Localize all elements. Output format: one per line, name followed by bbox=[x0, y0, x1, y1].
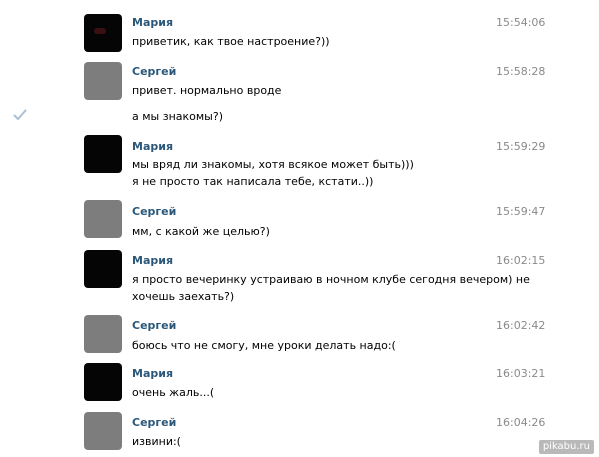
message-text: боюсь что не смогу, мне уроки делать над… bbox=[132, 339, 396, 352]
message-text: очень жаль...( bbox=[132, 386, 215, 399]
avatar[interactable] bbox=[84, 250, 122, 288]
message-text: извини:( bbox=[132, 435, 181, 448]
avatar[interactable] bbox=[84, 62, 122, 100]
message-text: а мы знакомы?) bbox=[132, 110, 223, 123]
message-text: приветик, как твое настроение?)) bbox=[132, 35, 330, 48]
message-time: 16:02:42 bbox=[496, 319, 546, 332]
author-name[interactable]: Мария bbox=[132, 254, 173, 268]
author-name[interactable]: Мария bbox=[132, 367, 173, 381]
avatar[interactable] bbox=[84, 135, 122, 173]
message-text: я не просто так написала тебе, кстати..)… bbox=[132, 175, 374, 188]
message-time: 16:04:26 bbox=[496, 416, 546, 429]
message-text: привет. нормально вроде bbox=[132, 84, 282, 97]
message-time: 16:03:21 bbox=[496, 367, 546, 380]
author-name[interactable]: Мария bbox=[132, 16, 173, 30]
author-name[interactable]: Сергей bbox=[132, 65, 176, 79]
avatar[interactable] bbox=[84, 412, 122, 450]
author-name[interactable]: Сергей bbox=[132, 319, 176, 333]
message-text: мм, с какой же целью?) bbox=[132, 225, 270, 238]
read-check-icon bbox=[13, 109, 27, 120]
message-text: мы вряд ли знакомы, хотя всякое может бы… bbox=[132, 158, 414, 171]
avatar-mark bbox=[94, 28, 106, 34]
avatar[interactable] bbox=[84, 200, 122, 238]
message-time: 15:54:06 bbox=[496, 16, 546, 29]
message-time: 15:58:28 bbox=[496, 65, 546, 78]
message-text: я просто вечеринку устраиваю в ночном кл… bbox=[132, 273, 530, 286]
avatar[interactable] bbox=[84, 363, 122, 401]
message-time: 16:02:15 bbox=[496, 254, 546, 267]
author-name[interactable]: Сергей bbox=[132, 205, 176, 219]
message-text: хочешь заехать?) bbox=[132, 290, 235, 303]
author-name[interactable]: Сергей bbox=[132, 416, 176, 430]
message-time: 15:59:47 bbox=[496, 205, 546, 218]
avatar[interactable] bbox=[84, 315, 122, 353]
watermark: pikabu.ru bbox=[538, 440, 594, 454]
avatar[interactable] bbox=[84, 14, 122, 52]
message-time: 15:59:29 bbox=[496, 140, 546, 153]
author-name[interactable]: Мария bbox=[132, 140, 173, 154]
